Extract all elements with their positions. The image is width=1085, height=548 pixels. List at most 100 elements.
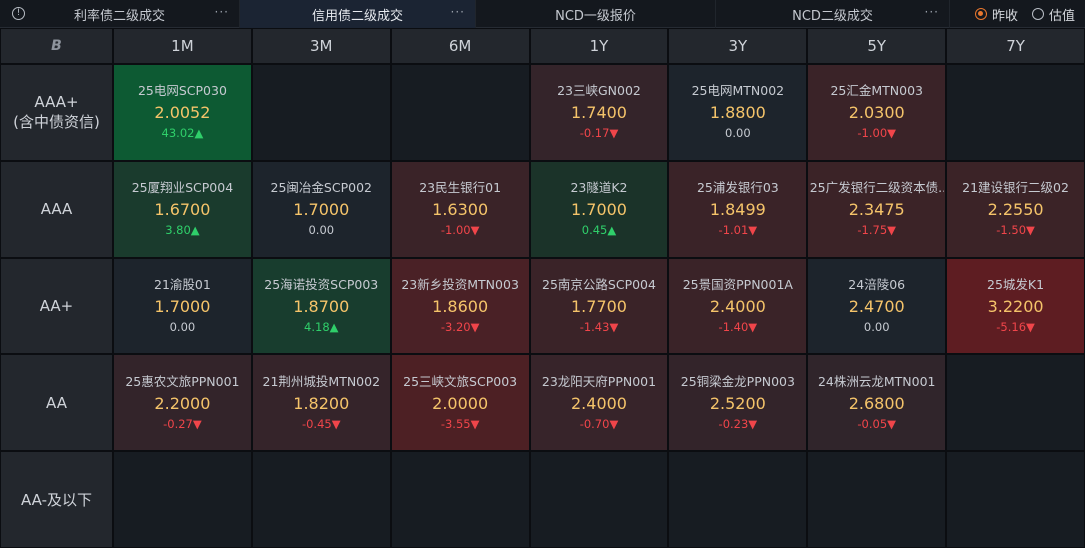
bond-yield: 2.4700	[848, 296, 905, 316]
corner-header: B	[1, 29, 112, 63]
empty-cell	[947, 355, 1084, 451]
bond-change: 0.00	[725, 126, 751, 141]
price-basis-radio-group: 昨收 估值	[974, 0, 1075, 28]
column-header-6m[interactable]: 6M	[391, 29, 529, 63]
column-header-3y[interactable]: 3Y	[669, 29, 807, 63]
bond-yield: 2.5200	[709, 393, 766, 413]
bond-yield: 2.6800	[848, 393, 905, 413]
bond-name: 25电网SCP030	[137, 83, 227, 99]
rating-label: AA-及以下	[20, 490, 93, 509]
tab-ncd-secondary[interactable]: NCD二级成交 ···	[716, 0, 950, 28]
bond-cell[interactable]: 25浦发银行03 1.8499 -1.01▼	[669, 161, 807, 257]
empty-cell	[530, 452, 668, 547]
bond-cell[interactable]: 23隧道K2 1.7000 0.45▲	[530, 161, 668, 257]
bond-yield: 1.8700	[293, 296, 350, 316]
bond-change: -0.17▼	[579, 126, 619, 141]
bond-name: 21荆州城投MTN002	[262, 373, 381, 389]
tab-label: 信用债二级成交	[311, 8, 403, 24]
bond-name: 25广发银行二级资本债...	[809, 180, 944, 196]
bond-change: 0.00	[169, 319, 196, 334]
bond-name: 24株洲云龙MTN001	[817, 373, 936, 389]
bond-cell[interactable]: 25海诺投资SCP003 1.8700 4.18▲	[252, 258, 390, 354]
bond-yield: 2.0300	[848, 103, 905, 123]
bond-cell[interactable]: 24涪陵06 2.4700 0.00	[808, 258, 946, 354]
empty-cell	[947, 452, 1084, 547]
bond-name: 25浦发银行03	[696, 180, 779, 196]
row-label-0: AAA+ (含中债资信)	[1, 65, 112, 160]
bond-cell[interactable]: 25景国资PPN001A 2.4000 -1.40▼	[669, 258, 807, 354]
bond-cell[interactable]: 25电网MTN002 1.8800 0.00	[669, 65, 807, 160]
column-header-1m[interactable]: 1M	[114, 29, 251, 63]
bond-cell[interactable]: 23龙阳天府PPN001 2.4000 -0.70▼	[530, 355, 668, 451]
bond-cell[interactable]: 25厦翔业SCP004 1.6700 3.80▲	[114, 161, 251, 257]
bond-cell[interactable]: 25闽冶金SCP002 1.7000 0.00	[252, 161, 390, 257]
empty-cell	[252, 65, 390, 160]
tab-credit-bond-secondary[interactable]: 信用债二级成交 ···	[240, 0, 476, 28]
bond-name: 25厦翔业SCP004	[131, 180, 234, 196]
bond-cell[interactable]: 25汇金MTN003 2.0300 -1.00▼	[808, 65, 946, 160]
bond-change: -0.70▼	[579, 416, 619, 431]
column-header-5y[interactable]: 5Y	[808, 29, 946, 63]
rating-label: AAA+	[34, 93, 79, 112]
radio-label: 昨收	[991, 8, 1018, 24]
bond-cell[interactable]: 21建设银行二级02 2.2550 -1.50▼	[947, 161, 1084, 257]
bond-name: 25南京公路SCP004	[542, 276, 656, 292]
bond-yield: 2.4000	[709, 296, 766, 316]
bond-name: 25汇金MTN003	[830, 83, 923, 99]
tab-rate-bond-secondary[interactable]: ! 利率债二级成交 ···	[0, 0, 240, 28]
bond-change: -5.16▼	[996, 319, 1035, 334]
bond-change: -3.20▼	[440, 319, 480, 334]
bond-yield: 1.8800	[709, 103, 766, 123]
bond-cell[interactable]: 23新乡投资MTN003 1.8600 -3.20▼	[391, 258, 529, 354]
bond-cell[interactable]: 21荆州城投MTN002 1.8200 -0.45▼	[252, 355, 390, 451]
column-header-7y[interactable]: 7Y	[947, 29, 1084, 63]
empty-cell	[391, 452, 529, 547]
more-options-icon[interactable]: ···	[215, 5, 229, 19]
bond-change: 43.02▲	[161, 126, 204, 141]
row-label-2: AA+	[1, 258, 112, 354]
tab-label: NCD二级成交	[792, 8, 873, 24]
bond-change: 0.00	[308, 223, 335, 238]
column-header-3m[interactable]: 3M	[252, 29, 390, 63]
info-icon[interactable]: !	[12, 7, 25, 20]
radio-selected-icon	[974, 8, 987, 20]
tab-label: NCD一级报价	[555, 8, 636, 24]
rating-label: AA	[46, 393, 67, 412]
radio-prev-close[interactable]: 昨收	[974, 5, 1018, 24]
tab-ncd-primary-quote[interactable]: NCD一级报价	[476, 0, 716, 28]
bond-yield: 1.8600	[432, 296, 489, 316]
bond-cell[interactable]: 25惠农文旅PPN001 2.2000 -0.27▼	[114, 355, 251, 451]
bond-cell[interactable]: 25广发银行二级资本债... 2.3475 -1.75▼	[808, 161, 946, 257]
bond-cell[interactable]: 23民生银行01 1.6300 -1.00▼	[391, 161, 529, 257]
tab-label: 利率债二级成交	[73, 8, 165, 24]
bond-change: -0.27▼	[163, 416, 202, 431]
bond-yield: 2.0000	[432, 393, 489, 413]
empty-cell	[669, 452, 807, 547]
empty-cell	[252, 452, 390, 547]
column-header-1y[interactable]: 1Y	[530, 29, 668, 63]
bond-cell[interactable]: 23三峡GN002 1.7400 -0.17▼	[530, 65, 668, 160]
bond-yield: 1.6700	[154, 200, 211, 220]
bond-name: 25惠农文旅PPN001	[125, 373, 240, 389]
more-options-icon[interactable]: ···	[925, 5, 939, 19]
bond-name: 25海诺投资SCP003	[264, 276, 379, 292]
bond-cell[interactable]: 25南京公路SCP004 1.7700 -1.43▼	[530, 258, 668, 354]
more-options-icon[interactable]: ···	[451, 5, 465, 19]
bond-cell[interactable]: 25电网SCP030 2.0052 43.02▲	[114, 65, 251, 160]
top-tab-bar: ! 利率债二级成交 ··· 信用债二级成交 ··· NCD一级报价 NCD二级成…	[0, 0, 1085, 28]
bond-change: -3.55▼	[440, 416, 480, 431]
bond-yield: 1.7000	[293, 200, 350, 220]
bond-name: 25三峡文旅SCP003	[403, 373, 518, 389]
radio-valuation[interactable]: 估值	[1031, 5, 1075, 24]
bond-yield: 1.6300	[432, 200, 489, 220]
bond-cell[interactable]: 21渝股01 1.7000 0.00	[114, 258, 251, 354]
bond-change: 3.80▲	[165, 223, 200, 238]
empty-cell	[947, 65, 1084, 160]
bond-cell[interactable]: 25铜梁金龙PPN003 2.5200 -0.23▼	[669, 355, 807, 451]
bond-change: -1.75▼	[857, 223, 897, 238]
bond-change: -0.45▼	[301, 416, 341, 431]
bond-cell[interactable]: 25城发K1 3.2200 -5.16▼	[947, 258, 1084, 354]
bond-cell[interactable]: 24株洲云龙MTN001 2.6800 -0.05▼	[808, 355, 946, 451]
bond-name: 25景国资PPN001A	[682, 276, 793, 292]
bond-cell[interactable]: 25三峡文旅SCP003 2.0000 -3.55▼	[391, 355, 529, 451]
